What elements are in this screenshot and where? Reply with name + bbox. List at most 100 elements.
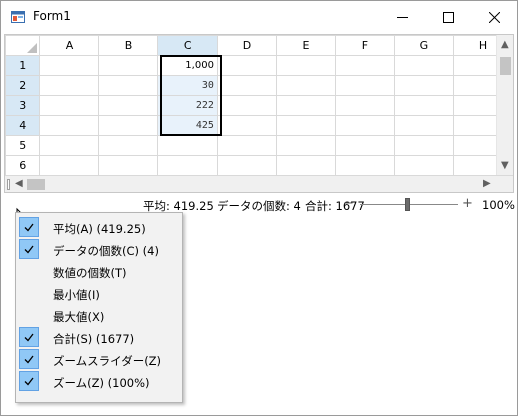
cell-a6[interactable] — [39, 155, 100, 176]
cell-e6[interactable] — [275, 155, 336, 176]
row-header-2[interactable]: 2 — [5, 75, 41, 96]
column-header-g[interactable]: G — [393, 35, 454, 56]
window-title: Form1 — [33, 9, 71, 23]
table-row: 3 222 — [5, 95, 513, 116]
cell-c2[interactable]: 30 — [157, 75, 218, 96]
cell-g3[interactable] — [393, 95, 454, 116]
scrollbar-corner — [496, 176, 513, 192]
cell-d1[interactable] — [216, 55, 277, 76]
cell-b2[interactable] — [98, 75, 159, 96]
status-count: データの個数: 4 — [217, 199, 301, 213]
app-window: Form1 ABCDEFGH 1 1,000 2 30 3 222 4 425 5 6 — [0, 0, 518, 416]
cell-a2[interactable] — [39, 75, 100, 96]
title-bar[interactable]: Form1 — [1, 1, 517, 33]
menu-item[interactable]: 数値の個数(T) — [16, 261, 182, 283]
cell-g5[interactable] — [393, 135, 454, 156]
cell-g6[interactable] — [393, 155, 454, 176]
zoom-level[interactable]: 100% — [482, 198, 515, 212]
cell-a3[interactable] — [39, 95, 100, 116]
menu-item[interactable]: 最小値(I) — [16, 283, 182, 305]
cell-b4[interactable] — [98, 115, 159, 136]
cell-c1[interactable]: 1,000 — [157, 55, 218, 76]
cell-c3[interactable]: 222 — [157, 95, 218, 116]
horizontal-scroll-thumb[interactable] — [27, 179, 45, 190]
status-context-menu[interactable]: 平均(A) (419.25) データの個数(C) (4) 数値の個数(T) 最小値(I… — [15, 212, 183, 403]
row-header-5[interactable]: 5 — [5, 135, 41, 156]
vertical-scroll-thumb[interactable] — [500, 57, 511, 75]
menu-item-label: 最大値(X) — [53, 310, 105, 324]
cell-b1[interactable] — [98, 55, 159, 76]
cell-f1[interactable] — [334, 55, 395, 76]
zoom-out-button[interactable]: − — [343, 196, 354, 211]
menu-item[interactable]: 最大値(X) — [16, 305, 182, 327]
row-header-6[interactable]: 6 — [5, 155, 41, 176]
table-row: 6 — [5, 155, 513, 176]
checkmark-icon — [19, 217, 39, 237]
column-header-d[interactable]: D — [216, 35, 277, 56]
menu-item[interactable]: ズーム(Z) (100%) — [16, 371, 182, 393]
vertical-scrollbar[interactable]: ▲ ▼ — [496, 35, 513, 175]
cell-f4[interactable] — [334, 115, 395, 136]
cell-c4[interactable]: 425 — [157, 115, 218, 136]
cell-f6[interactable] — [334, 155, 395, 176]
cell-b5[interactable] — [98, 135, 159, 156]
spreadsheet-grid[interactable]: ABCDEFGH 1 1,000 2 30 3 222 4 425 5 6 ▲ ▼ ◀ ▶ — [4, 34, 514, 193]
column-header-b[interactable]: B — [98, 35, 159, 56]
grid-table[interactable]: ABCDEFGH 1 1,000 2 30 3 222 4 425 5 6 — [5, 35, 513, 176]
cell-d4[interactable] — [216, 115, 277, 136]
scroll-down-icon[interactable]: ▼ — [501, 161, 509, 171]
menu-item[interactable]: ズームスライダー(Z) — [16, 349, 182, 371]
cell-d2[interactable] — [216, 75, 277, 96]
minimize-icon — [396, 16, 408, 18]
cell-f2[interactable] — [334, 75, 395, 96]
cell-b3[interactable] — [98, 95, 159, 116]
cell-g2[interactable] — [393, 75, 454, 96]
scroll-up-icon[interactable]: ▲ — [501, 40, 509, 50]
cell-e2[interactable] — [275, 75, 336, 96]
horizontal-scrollbar[interactable]: ◀ ▶ — [5, 176, 497, 192]
cell-c5[interactable] — [157, 135, 218, 156]
menu-item-label: 平均(A) (419.25) — [53, 222, 146, 236]
cell-d6[interactable] — [216, 155, 277, 176]
column-header-e[interactable]: E — [275, 35, 336, 56]
cell-f3[interactable] — [334, 95, 395, 116]
row-header-1[interactable]: 1 — [5, 55, 41, 76]
zoom-in-button[interactable]: + — [462, 196, 473, 211]
column-header-f[interactable]: F — [334, 35, 395, 56]
checkmark-icon — [19, 349, 39, 369]
menu-item[interactable]: 平均(A) (419.25) — [16, 217, 182, 239]
menu-item-label: 数値の個数(T) — [53, 266, 127, 280]
maximize-button[interactable] — [425, 1, 471, 33]
cell-b6[interactable] — [98, 155, 159, 176]
select-all-corner[interactable] — [5, 35, 41, 56]
close-icon — [488, 11, 500, 23]
cell-e3[interactable] — [275, 95, 336, 116]
cell-d5[interactable] — [216, 135, 277, 156]
cell-g1[interactable] — [393, 55, 454, 76]
cell-e1[interactable] — [275, 55, 336, 76]
app-icon — [11, 11, 25, 23]
cell-a5[interactable] — [39, 135, 100, 156]
cell-e4[interactable] — [275, 115, 336, 136]
cell-c6[interactable] — [157, 155, 218, 176]
cell-f5[interactable] — [334, 135, 395, 156]
scroll-left-icon[interactable]: ◀ — [15, 179, 23, 189]
cell-a4[interactable] — [39, 115, 100, 136]
table-row: 1 1,000 — [5, 55, 513, 76]
cell-a1[interactable] — [39, 55, 100, 76]
minimize-button[interactable] — [379, 1, 425, 33]
row-header-4[interactable]: 4 — [5, 115, 41, 136]
cell-e5[interactable] — [275, 135, 336, 156]
cell-g4[interactable] — [393, 115, 454, 136]
column-header-c[interactable]: C — [157, 35, 218, 56]
cell-d3[interactable] — [216, 95, 277, 116]
close-button[interactable] — [471, 1, 517, 33]
column-header-a[interactable]: A — [39, 35, 100, 56]
menu-item[interactable]: データの個数(C) (4) — [16, 239, 182, 261]
row-header-3[interactable]: 3 — [5, 95, 41, 116]
menu-item[interactable]: 合計(S) (1677) — [16, 327, 182, 349]
menu-item-label: ズームスライダー(Z) — [53, 354, 162, 368]
zoom-slider-thumb[interactable] — [405, 198, 410, 211]
split-handle[interactable] — [7, 179, 10, 190]
scroll-right-icon[interactable]: ▶ — [483, 179, 491, 189]
